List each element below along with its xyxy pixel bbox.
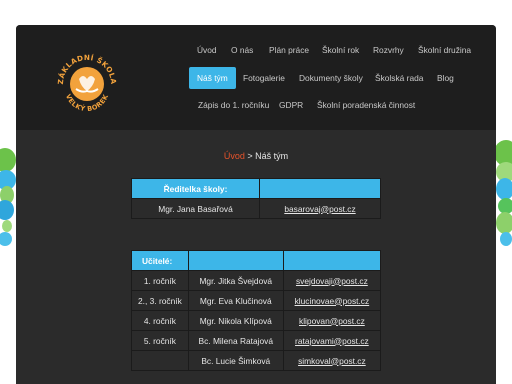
teacher-name: Mgr. Nikola Klípová	[187, 310, 284, 331]
decor-bubble-left-4	[0, 200, 14, 220]
teacher-email-link[interactable]: simkoval@post.cz	[298, 356, 366, 366]
teacher-name: Mgr. Eva Klučinová	[187, 290, 284, 311]
nav-item-skolni-rok[interactable]: Školní rok	[322, 45, 359, 55]
teacher-email-cell: klucinovae@post.cz	[282, 290, 382, 311]
decor-bubble-right-6	[500, 232, 512, 246]
teachers-header-empty-2	[282, 250, 382, 271]
teachers-header-empty-1	[187, 250, 284, 271]
teacher-grade: 2., 3. ročník	[131, 290, 189, 311]
breadcrumb-current: Náš tým	[255, 151, 289, 161]
director-header-cell: Ředitelka školy:	[131, 178, 260, 199]
teachers-table: Učitelé: 1. ročník Mgr. Jitka Švejdová s…	[131, 250, 382, 371]
nav-item-dokumenty-skoly[interactable]: Dokumenty školy	[299, 73, 363, 83]
nav-item-skolska-rada[interactable]: Školská rada	[375, 73, 423, 83]
decor-bubble-left-6	[0, 232, 12, 246]
director-email-cell: basarovaj@post.cz	[259, 198, 381, 219]
teacher-grade: 5. ročník	[131, 330, 189, 351]
nav-item-uvod[interactable]: Úvod	[197, 45, 217, 55]
teacher-email-link[interactable]: klucinovae@post.cz	[295, 296, 370, 306]
teacher-name: Bc. Lucie Šimková	[187, 350, 284, 371]
director-name: Mgr. Jana Basařová	[131, 198, 260, 219]
decor-bubble-left-5	[2, 220, 12, 232]
teacher-email-cell: ratajovami@post.cz	[282, 330, 382, 351]
teacher-email-cell: klipovan@post.cz	[282, 310, 382, 331]
table-row: 1. ročník Mgr. Jitka Švejdová svejdovaji…	[131, 270, 382, 291]
table-row: Mgr. Jana Basařová basarovaj@post.cz	[131, 198, 381, 219]
site-header: ZÁKLADNÍ ŠKOLA VELKÝ BOREK Úvod O nás Pl…	[16, 25, 496, 130]
director-header-empty	[259, 178, 381, 199]
teacher-name: Mgr. Jitka Švejdová	[187, 270, 284, 291]
director-table-header-row: Ředitelka školy:	[131, 178, 381, 199]
nav-item-zapis[interactable]: Zápis do 1. ročníku	[198, 100, 269, 110]
teacher-email-cell: simkoval@post.cz	[282, 350, 382, 371]
decor-bubble-right-5	[496, 212, 512, 234]
director-email-link[interactable]: basarovaj@post.cz	[284, 204, 355, 214]
table-row: 2., 3. ročník Mgr. Eva Klučinová klucino…	[131, 290, 382, 311]
decor-bubble-right-3	[496, 178, 512, 200]
nav-item-nas-tym[interactable]: Náš tým	[189, 67, 236, 89]
table-row: 5. ročník Bc. Milena Ratajová ratajovami…	[131, 330, 382, 351]
teacher-grade: 4. ročník	[131, 310, 189, 331]
nav-item-plan-prace[interactable]: Plán práce	[269, 45, 309, 55]
teachers-header-cell: Učitelé:	[131, 250, 189, 271]
breadcrumb-separator: >	[247, 151, 253, 161]
table-row: Bc. Lucie Šimková simkoval@post.cz	[131, 350, 382, 371]
school-logo[interactable]: ZÁKLADNÍ ŠKOLA VELKÝ BOREK	[54, 51, 120, 117]
nav-item-skolni-druzina[interactable]: Školní družina	[418, 45, 471, 55]
teacher-email-link[interactable]: klipovan@post.cz	[299, 316, 365, 326]
nav-item-o-nas[interactable]: O nás	[231, 45, 253, 55]
teacher-email-link[interactable]: ratajovami@post.cz	[295, 336, 369, 346]
nav-item-fotogalerie[interactable]: Fotogalerie	[243, 73, 285, 83]
nav-item-gdpr[interactable]: GDPR	[279, 100, 303, 110]
breadcrumb-home-link[interactable]: Úvod	[224, 151, 245, 161]
teacher-grade: 1. ročník	[131, 270, 189, 291]
nav-item-poradenska-cinnost[interactable]: Školní poradenská činnost	[317, 100, 415, 110]
teacher-email-link[interactable]: svejdovaji@post.cz	[296, 276, 368, 286]
nav-item-blog[interactable]: Blog	[437, 73, 454, 83]
teacher-grade	[131, 350, 189, 371]
teacher-email-cell: svejdovaji@post.cz	[282, 270, 382, 291]
teacher-name: Bc. Milena Ratajová	[187, 330, 284, 351]
director-table: Ředitelka školy: Mgr. Jana Basařová basa…	[131, 178, 381, 219]
breadcrumb: Úvod > Náš tým	[0, 151, 512, 161]
teachers-table-header-row: Učitelé:	[131, 250, 382, 271]
nav-item-rozvrhy[interactable]: Rozvrhy	[373, 45, 404, 55]
table-row: 4. ročník Mgr. Nikola Klípová klipovan@p…	[131, 310, 382, 331]
